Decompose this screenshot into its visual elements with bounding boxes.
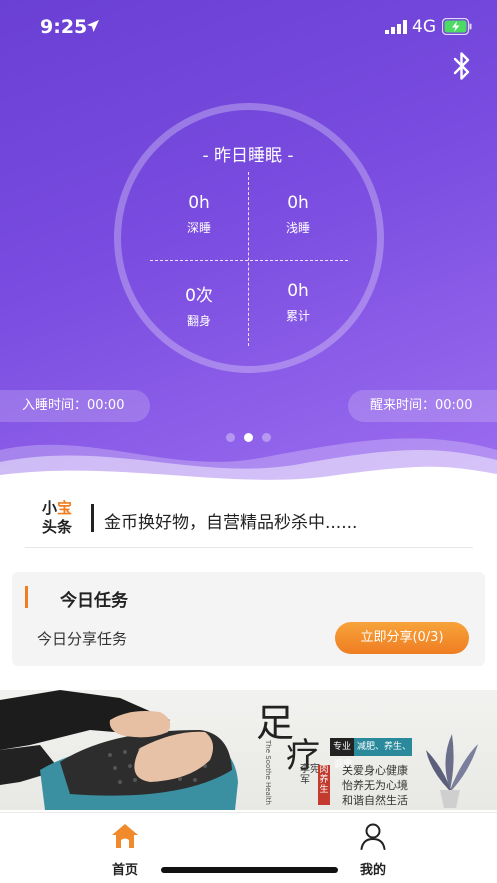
news-logo-char: 小 — [42, 499, 58, 517]
light-sleep-value: 0h — [287, 193, 309, 213]
banner-line-2: 怡养无为心境 — [342, 779, 408, 792]
user-icon — [360, 823, 386, 850]
daily-task-card: 今日任务 今日分享任务 立即分享(0/3) — [12, 572, 485, 666]
banner-tag-pro: 专业 — [330, 738, 355, 756]
status-bar: 9:25 4G — [0, 0, 497, 56]
sleep-title: - 昨日睡眠 - — [202, 146, 294, 166]
wake-time-pill: 醒来时间：00:00 — [348, 390, 497, 422]
tab-home[interactable]: 首页 — [95, 819, 155, 879]
banner-english: The Soothe Health — [264, 740, 272, 805]
turnover-label: 翻身 — [186, 314, 211, 328]
stat-turnover: 0次 翻身 — [154, 281, 244, 329]
task-item-label: 今日分享任务 — [37, 630, 128, 648]
banner-image — [0, 690, 478, 810]
news-headline[interactable]: 金币换好物，自营精品秒杀中...... — [104, 508, 357, 533]
wave-decoration — [0, 438, 497, 490]
total-label: 累计 — [285, 309, 310, 323]
home-indicator — [161, 867, 338, 873]
sleep-time-pill: 入睡时间：00:00 — [0, 390, 150, 422]
home-icon — [112, 824, 138, 848]
signal-icon — [385, 20, 407, 34]
location-arrow-icon — [87, 20, 99, 32]
tab-home-label: 首页 — [111, 863, 138, 878]
status-time: 9:25 — [40, 16, 88, 38]
light-sleep-label: 浅睡 — [285, 221, 310, 235]
news-logo-line2: 头条 — [42, 518, 73, 536]
tab-mine-label: 我的 — [359, 863, 386, 878]
ring-divider-horizontal — [150, 260, 348, 261]
carousel-dot[interactable] — [262, 433, 271, 442]
banner-line-1: 关爱身心健康 — [342, 764, 408, 777]
total-value: 0h — [287, 281, 309, 301]
banner-author: 李宪军 — [300, 764, 320, 786]
news-separator — [91, 504, 94, 532]
foot-spa-banner[interactable]: 足 疗 The Soothe Health 李宪军 专业 减肥、养生、调理 肉养生… — [0, 690, 497, 810]
carousel-dot-active[interactable] — [244, 433, 253, 442]
task-accent-bar — [25, 586, 28, 608]
banner-tag-red: 肉养生 — [318, 765, 330, 805]
banner-line-3: 和谐自然生活 — [342, 794, 408, 807]
carousel-dot[interactable] — [226, 433, 235, 442]
stat-deep-sleep: 0h 深睡 — [154, 193, 244, 236]
stat-light-sleep: 0h 浅睡 — [253, 193, 343, 236]
bluetooth-icon[interactable] — [450, 50, 474, 82]
network-label: 4G — [412, 17, 436, 37]
deep-sleep-label: 深睡 — [186, 221, 211, 235]
carousel-dots — [224, 433, 274, 443]
news-logo: 小宝 头条 — [42, 499, 82, 537]
turnover-value: 0次 — [185, 286, 213, 306]
task-title: 今日任务 — [60, 591, 128, 611]
battery-charging-icon — [442, 18, 472, 35]
sleep-hero: 9:25 4G - 昨日睡眠 - 0h 深睡 0h 浅睡 0次 翻身 0h 累计… — [0, 0, 497, 490]
tab-mine[interactable]: 我的 — [343, 819, 403, 879]
stat-total: 0h 累计 — [253, 281, 343, 324]
ring-divider-vertical — [248, 172, 249, 346]
news-logo-char-accent: 宝 — [57, 499, 73, 517]
news-ticker[interactable]: 小宝 头条 金币换好物，自营精品秒杀中...... — [25, 496, 473, 548]
banner-tag-services: 专业 减肥、养生、调理 — [330, 738, 412, 770]
share-now-button[interactable]: 立即分享(0/3) — [335, 622, 469, 654]
deep-sleep-value: 0h — [188, 193, 210, 213]
